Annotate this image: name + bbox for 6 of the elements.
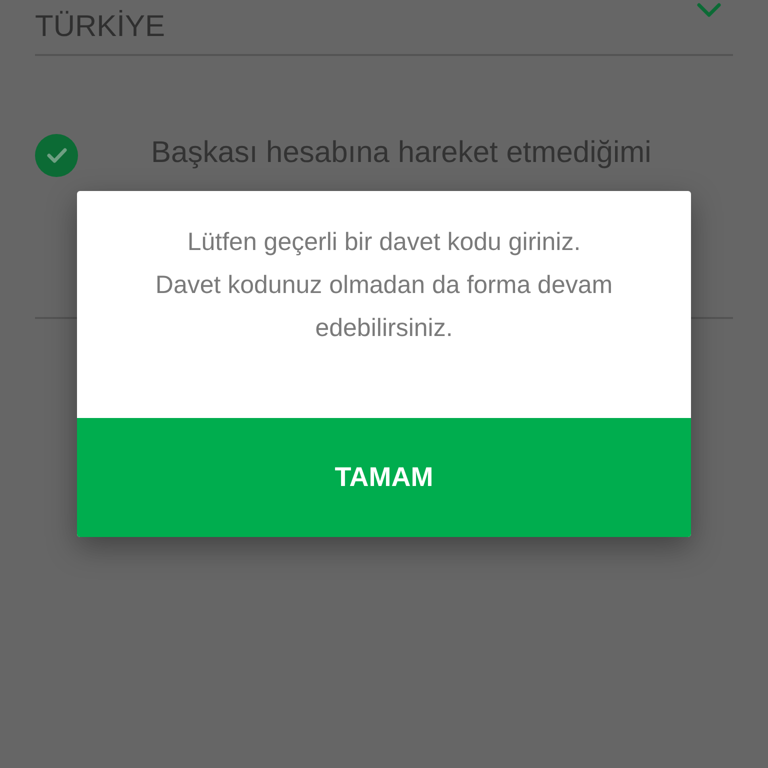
dialog-message: Lütfen geçerli bir davet kodu giriniz. Davet kodunuz olmadan da forma devam edebilirsiniz. [154, 227, 614, 344]
ok-button[interactable]: TAMAM [77, 418, 691, 537]
consent-checkbox[interactable] [35, 134, 78, 177]
chevron-down-icon[interactable] [697, 2, 721, 18]
checkmark-icon [46, 148, 66, 163]
country-field-value[interactable]: TÜRKİYE [35, 10, 166, 44]
